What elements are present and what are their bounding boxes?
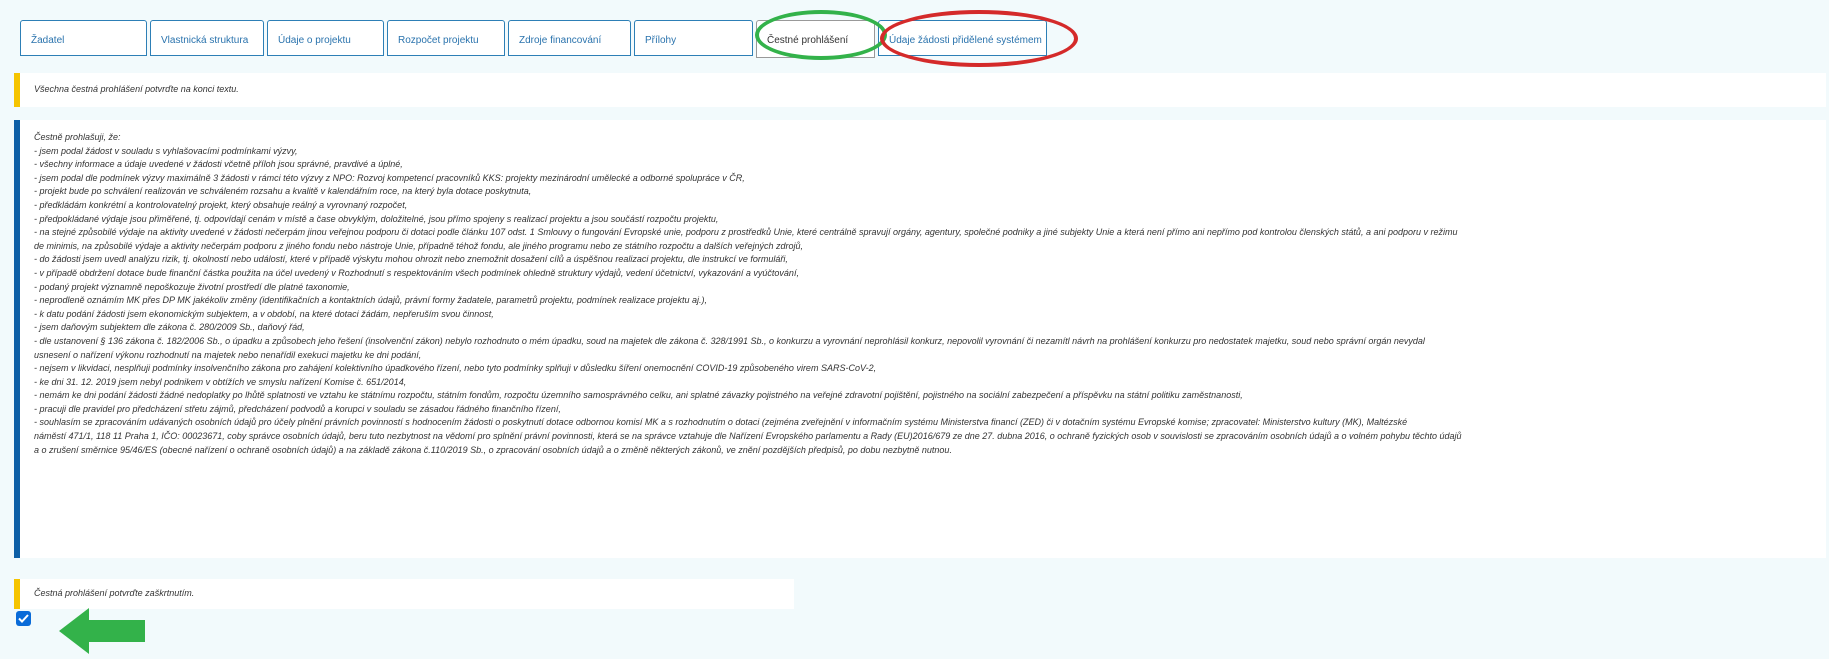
notice-top-text: Všechna čestná prohlášení potvrďte na ko… (34, 84, 239, 94)
tab-vlastnicka-struktura[interactable]: Vlastnická struktura (150, 20, 264, 56)
checkmark-icon (18, 614, 29, 623)
tab-label: Údaje o projektu (278, 35, 351, 46)
tab-label: Zdroje financování (519, 35, 602, 46)
declaration-line: - všechny informace a údaje uvedené v žá… (34, 159, 403, 170)
declaration-line: - do žádosti jsem uvedl analýzu rizik, t… (34, 254, 788, 265)
declaration-line: - souhlasím se zpracováním udávaných oso… (34, 417, 1408, 428)
declaration-line: de minimis, na způsobilé výdaje a aktivi… (34, 240, 803, 251)
declaration-line: - jsem daňovým subjektem dle zákona č. 2… (34, 322, 305, 333)
declaration-line: - podaný projekt významně nepoškozuje ži… (34, 281, 350, 292)
declaration-line: - dle ustanovení § 136 zákona č. 182/200… (34, 335, 1425, 346)
confirm-notice-text: Čestná prohlášení potvrďte zaškrtnutím. (34, 588, 195, 598)
tab-label: Vlastnická struktura (161, 35, 249, 46)
declaration-text: Čestně prohlašuji, že: - jsem podal žádos… (20, 120, 1826, 457)
tab-label: Rozpočet projektu (398, 35, 479, 46)
declaration-line: - projekt bude po schválení realizován v… (34, 186, 532, 197)
declaration-line: - předkládám konkrétní a kontrolovatelný… (34, 199, 408, 210)
declaration-line: - ke dni 31. 12. 2019 jsem nebyl podnike… (34, 376, 407, 387)
declaration-line: - v případě obdržení dotace bude finančn… (34, 267, 799, 278)
tab-zadatel[interactable]: Žadatel (20, 20, 147, 56)
declaration-line: - nemám ke dni podání žádosti žádné nedo… (34, 390, 1243, 401)
declaration-line: a o zrušení směrnice 95/46/ES (obecné na… (34, 444, 952, 455)
tab-udaje-o-projektu[interactable]: Údaje o projektu (267, 20, 384, 56)
declaration-line: - jsem podal žádost v souladu s vyhlašov… (34, 145, 298, 156)
declaration-line: náměstí 471/1, 118 11 Praha 1, IČO: 0002… (34, 431, 1462, 442)
declaration-panel: Čestně prohlašuji, že: - jsem podal žádos… (14, 120, 1826, 558)
tab-rozpocet-projektu[interactable]: Rozpočet projektu (387, 20, 505, 56)
tab-label: Přílohy (645, 35, 677, 46)
declaration-line: - nejsem v likvidaci, nesplňuji podmínky… (34, 363, 877, 374)
notice-top: Všechna čestná prohlášení potvrďte na ko… (14, 73, 1826, 107)
tab-zdroje-financovani[interactable]: Zdroje financování (508, 20, 631, 56)
declaration-line: - předpokládané výdaje jsou přiměřené, t… (34, 213, 719, 224)
declaration-line: - na stejné způsobilé výdaje na aktivity… (34, 227, 1458, 238)
annotation-green-ellipse (755, 10, 887, 60)
declaration-line: - pracuji dle pravidel pro předcházení s… (34, 403, 561, 414)
declaration-line: Čestně prohlašuji, že: (34, 132, 121, 142)
declaration-line: - jsem podal dle podmínek výzvy maximáln… (34, 172, 745, 183)
confirm-checkbox[interactable] (16, 611, 31, 626)
tab-label: Žadatel (31, 35, 65, 46)
annotation-red-ellipse (880, 10, 1078, 67)
declaration-line: - neprodleně oznámím MK přes DP MK jakék… (34, 295, 707, 306)
annotation-green-arrow (59, 608, 145, 654)
tab-prilohy[interactable]: Přílohy (634, 20, 753, 56)
declaration-line: usnesení o nařízení výkonu rozhodnutí na… (34, 349, 422, 360)
declaration-line: - k datu podání žádosti jsem ekonomickým… (34, 308, 494, 319)
